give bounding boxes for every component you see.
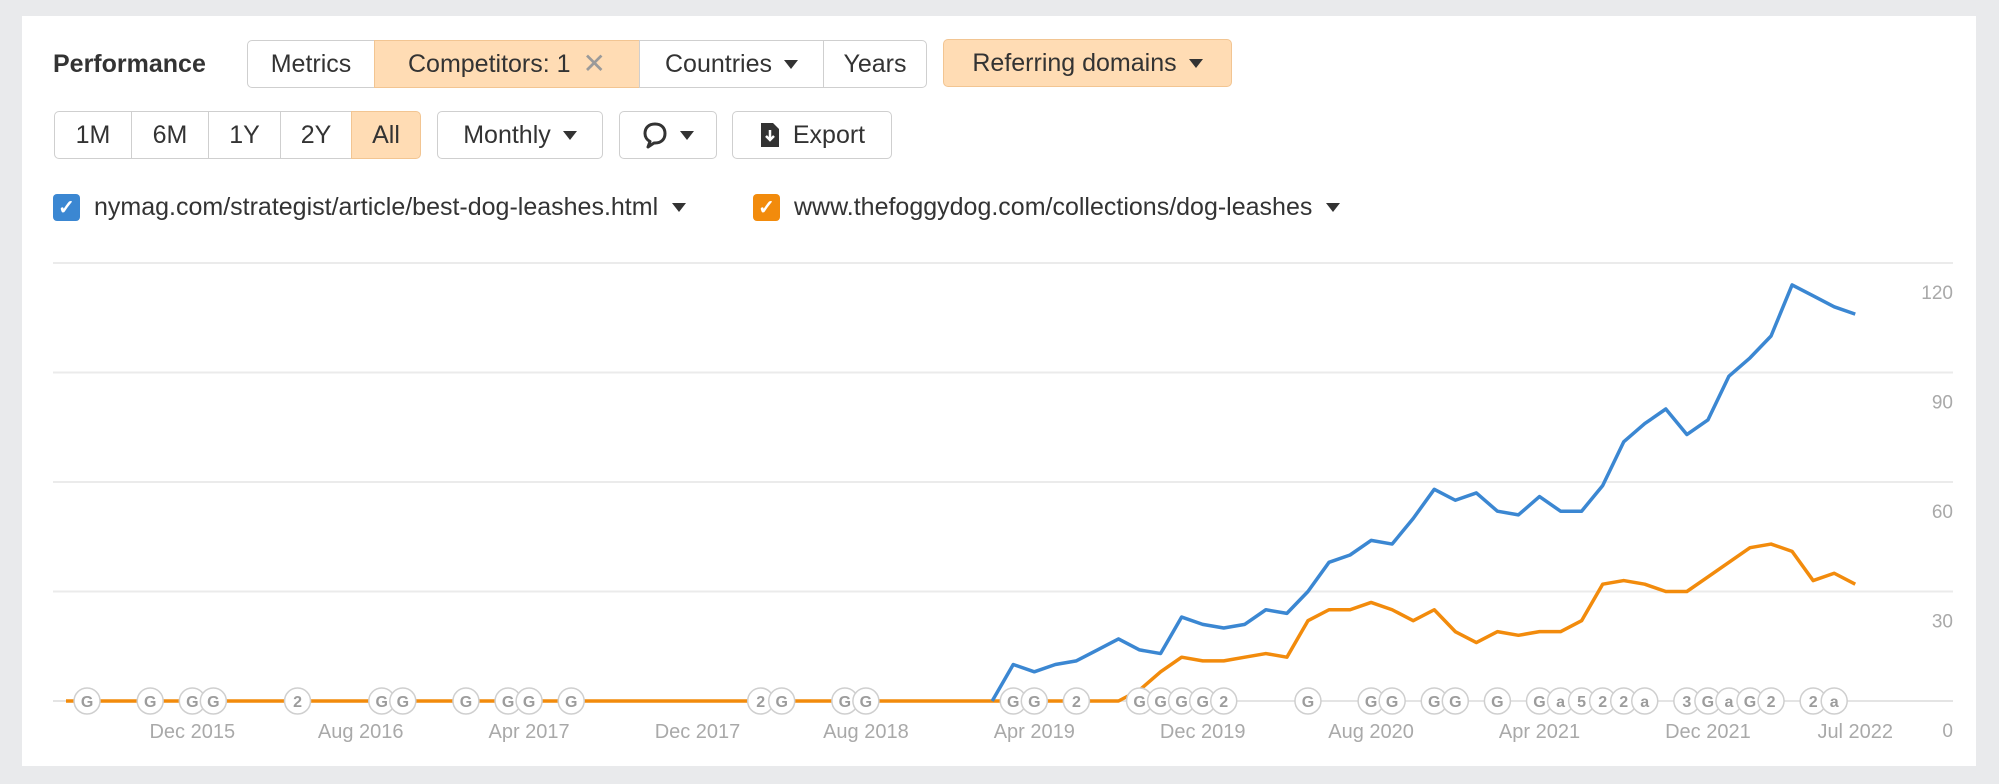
annotation-label: G bbox=[397, 694, 409, 711]
annotation-label: G bbox=[1386, 694, 1398, 711]
annotation-label: G bbox=[502, 694, 514, 711]
y-tick-label: 60 bbox=[1932, 502, 1953, 523]
annotation-label: G bbox=[144, 694, 156, 711]
y-tick-label: 30 bbox=[1932, 612, 1953, 633]
annotation-label: G bbox=[523, 694, 535, 711]
annotation-label: 3 bbox=[1682, 694, 1691, 711]
annotation-label: G bbox=[565, 694, 577, 711]
x-tick-label: Aug 2018 bbox=[823, 721, 909, 743]
x-axis-labels: Dec 2015 Aug 2016 Apr 2017 Dec 2017 Aug 2018… bbox=[149, 721, 1893, 743]
x-tick-label: Dec 2019 bbox=[1160, 721, 1246, 743]
x-tick-label: Aug 2020 bbox=[1328, 721, 1414, 743]
annotation-marker[interactable]: 2 bbox=[1210, 687, 1238, 715]
annotation-marker[interactable]: G bbox=[1483, 687, 1512, 715]
annotation-label: 2 bbox=[1767, 694, 1776, 711]
annotation-label: G bbox=[1007, 694, 1019, 711]
annotation-label: G bbox=[207, 694, 219, 711]
annotation-marker[interactable]: G bbox=[73, 687, 101, 715]
annotation-label: 2 bbox=[1219, 694, 1228, 711]
x-tick-label: Apr 2019 bbox=[994, 721, 1075, 743]
x-tick-label: Apr 2021 bbox=[1499, 721, 1580, 743]
annotation-marker[interactable]: G bbox=[452, 687, 480, 715]
y-tick-label: 90 bbox=[1932, 393, 1953, 414]
annotation-marker[interactable]: G bbox=[136, 687, 164, 715]
x-tick-label: Dec 2021 bbox=[1665, 721, 1751, 743]
x-tick-label: Jul 2022 bbox=[1817, 721, 1893, 743]
annotation-label: G bbox=[186, 694, 198, 711]
annotation-label: G bbox=[1702, 694, 1714, 711]
annotation-marker[interactable]: a bbox=[1820, 687, 1848, 715]
annotation-label: G bbox=[1533, 694, 1545, 711]
annotation-label: G bbox=[1302, 694, 1314, 711]
annotation-label: 2 bbox=[1598, 694, 1607, 711]
annotation-label: 2 bbox=[293, 694, 302, 711]
annotation-label: G bbox=[1133, 694, 1145, 711]
annotation-marker[interactable]: G bbox=[515, 687, 543, 715]
annotation-marker[interactable]: G bbox=[1294, 687, 1322, 715]
annotation-label: G bbox=[81, 694, 93, 711]
annotation-marker[interactable]: G bbox=[767, 687, 796, 715]
series-lines bbox=[66, 283, 1857, 703]
annotation-label: 5 bbox=[1577, 694, 1586, 711]
annotation-label: G bbox=[1491, 694, 1503, 711]
annotation-label: a bbox=[1640, 694, 1649, 711]
annotation-marker[interactable]: 2 bbox=[1062, 687, 1091, 715]
annotation-marker[interactable]: a bbox=[1631, 687, 1659, 715]
annotation-label: G bbox=[460, 694, 472, 711]
annotation-label: G bbox=[839, 694, 851, 711]
annotation-label: G bbox=[1196, 694, 1208, 711]
annotation-label: G bbox=[860, 694, 872, 711]
annotation-label: G bbox=[1365, 694, 1377, 711]
annotation-label: 2 bbox=[1619, 694, 1628, 711]
annotation-marker[interactable]: G bbox=[1378, 687, 1406, 715]
y-tick-label: 120 bbox=[1921, 283, 1953, 304]
referring-domains-chart: 0306090120 Dec 2015 Aug 2016 Apr 2017 Dec 2… bbox=[53, 262, 1953, 743]
annotation-marker[interactable]: G bbox=[852, 687, 880, 715]
annotation-marker[interactable]: G bbox=[389, 687, 417, 715]
annotation-label: a bbox=[1556, 694, 1565, 711]
x-tick-label: Dec 2017 bbox=[655, 721, 741, 743]
x-tick-label: Apr 2017 bbox=[489, 721, 570, 743]
y-axis-labels: 0 30 60 90 120 bbox=[1921, 283, 1953, 742]
annotation-label: 2 bbox=[1809, 694, 1818, 711]
annotation-marker[interactable]: G bbox=[557, 687, 585, 715]
x-tick-label: Aug 2016 bbox=[318, 721, 404, 743]
annotation-marker[interactable]: G bbox=[199, 687, 228, 715]
annotation-label: a bbox=[1724, 694, 1733, 711]
annotation-label: G bbox=[775, 694, 787, 711]
annotation-label: 2 bbox=[756, 694, 765, 711]
annotation-label: G bbox=[1028, 694, 1040, 711]
x-tick-label: Dec 2015 bbox=[149, 721, 235, 743]
annotation-label: G bbox=[1154, 694, 1166, 711]
annotation-label: G bbox=[376, 694, 388, 711]
annotation-marker[interactable]: G bbox=[1441, 687, 1470, 715]
annotation-label: 2 bbox=[1072, 694, 1081, 711]
annotation-label: G bbox=[1449, 694, 1461, 711]
annotation-label: G bbox=[1428, 694, 1440, 711]
grid-lines bbox=[53, 262, 1953, 702]
series-line-nymag bbox=[990, 283, 1856, 702]
annotation-marker[interactable]: 2 bbox=[283, 687, 312, 715]
annotation-label: G bbox=[1175, 694, 1187, 711]
annotation-marker[interactable]: 2 bbox=[1757, 687, 1785, 715]
y-tick-label: 0 bbox=[1942, 721, 1953, 742]
series-line-thefoggydog bbox=[66, 542, 1857, 703]
annotation-label: G bbox=[1744, 694, 1756, 711]
annotation-label: a bbox=[1830, 694, 1839, 711]
annotation-marker[interactable]: G bbox=[1020, 687, 1049, 715]
